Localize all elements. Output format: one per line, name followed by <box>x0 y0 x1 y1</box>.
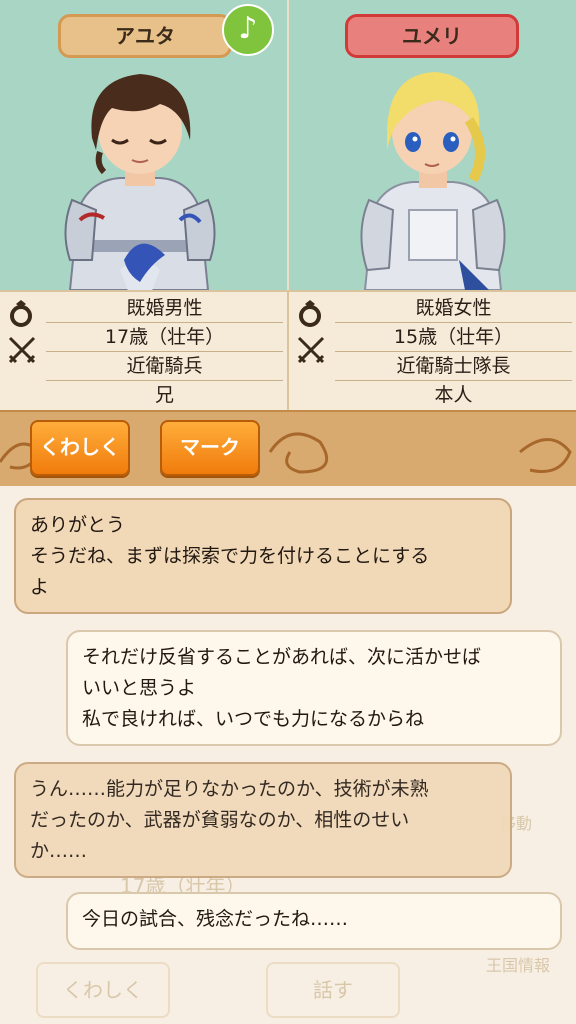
chat-line: 私で良ければ、いつでも力になるからね <box>82 708 425 730</box>
right-age: 15歳（壮年） <box>335 323 572 352</box>
chat-line: 今日の試合、残念だったね…… <box>82 908 349 930</box>
ring-icon <box>299 300 321 327</box>
left-marital-status: 既婚男性 <box>46 294 283 323</box>
chat-line: うん……能力が足りなかったのか、技術が未熟 <box>30 778 429 800</box>
right-relation: 本人 <box>434 384 473 406</box>
chat-bubble-left: うん……能力が足りなかったのか、技術が未熟 だったのか、武器が貧弱なのか、相性の… <box>14 762 512 878</box>
left-character-info: 既婚男性 17歳（壮年） 近衛騎兵 兄 <box>0 290 289 412</box>
crossed-swords-icon <box>8 336 36 364</box>
right-character-panel: ユメリ <box>289 0 576 290</box>
chat-line: か…… <box>30 840 88 862</box>
female-knight-avatar <box>360 72 506 290</box>
right-character-name: ユメリ <box>345 14 519 58</box>
chat-line: よ <box>30 576 50 598</box>
chat-line: そうだね、まずは探索で力を付けることにする <box>30 545 430 567</box>
chat-line: いいと思うよ <box>82 677 197 699</box>
chat-bubble-right: それだけ反省することがあれば、次に活かせば いいと思うよ 私で良ければ、いつでも… <box>66 630 562 746</box>
male-knight-avatar <box>64 74 216 290</box>
left-relation: 兄 <box>154 384 174 406</box>
right-occupation: 近衛騎士隊長 <box>335 352 572 381</box>
details-button[interactable]: くわしく <box>30 420 130 476</box>
chat-bubble-right: 今日の試合、残念だったね…… <box>66 892 562 950</box>
background-details-button: くわしく <box>36 962 170 1018</box>
chat-bubble-left: ありがとう そうだね、まずは探索で力を付けることにする よ <box>14 498 512 614</box>
right-character-info: 既婚女性 15歳（壮年） 近衛騎士隊長 本人 <box>289 290 576 412</box>
background-talk-button: 話す <box>266 962 400 1018</box>
chat-line: ありがとう <box>30 514 126 536</box>
left-age: 17歳（壮年） <box>46 323 283 352</box>
music-note-icon[interactable]: ♪ <box>222 4 274 56</box>
ring-icon <box>10 300 32 327</box>
mark-button[interactable]: マーク <box>160 420 260 476</box>
crossed-swords-icon <box>297 336 325 364</box>
left-occupation: 近衛騎兵 <box>46 352 283 381</box>
chat-line: だったのか、武器が貧弱なのか、相性のせい <box>30 809 410 831</box>
chat-line: それだけ反省することがあれば、次に活かせば <box>82 646 482 668</box>
left-character-panel: アユタ ♪ <box>0 0 289 290</box>
background-kingdom-label: 王国情報 <box>486 956 551 975</box>
right-marital-status: 既婚女性 <box>335 294 572 323</box>
left-character-name: アユタ <box>58 14 232 58</box>
